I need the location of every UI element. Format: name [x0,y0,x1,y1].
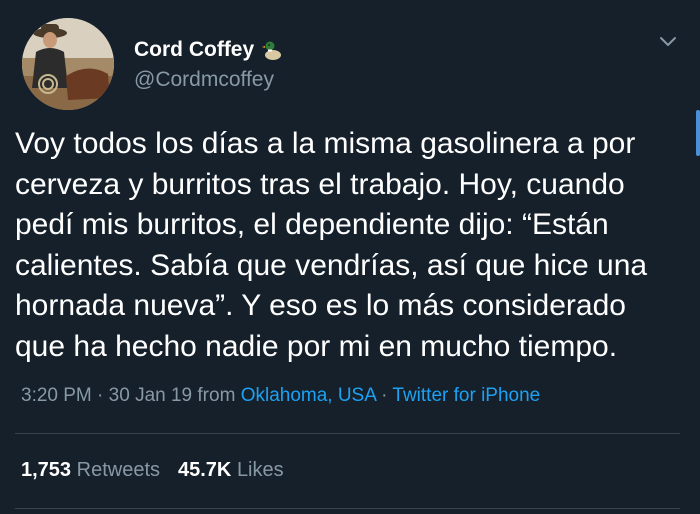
meta-separator: · [375,385,393,406]
tweet-date[interactable]: 30 Jan 19 [109,385,192,406]
source-link[interactable]: Twitter for iPhone [392,385,540,406]
tweet-line: Voy todos los días a la misma gasolinera… [15,127,636,160]
tweet-card: Cord Coffey @Cordmcoffey Voy todos los d… [0,0,700,514]
divider [15,508,680,509]
divider [15,433,680,434]
likes-label: Likes [236,459,284,481]
tweet-stats: 1,753 Retweets 45.7K Likes [21,459,284,482]
tweet-line: que ha hecho nadie por mi en mucho tiemp… [15,329,618,363]
likes-stat[interactable]: 45.7K Likes [178,459,284,481]
tweet-time[interactable]: 3:20 PM [21,385,92,406]
tweet-line: calientes. Sabía que vendrías, así que h… [15,248,648,282]
chevron-down-icon[interactable] [658,34,678,50]
likes-count: 45.7K [178,459,232,481]
duck-emoji-icon [262,39,282,61]
tweet-line: pedí mis burritos, el dependiente dijo: … [15,208,609,241]
tweet-line: hornada nueva”. Y eso es lo más consider… [15,289,626,322]
location-link[interactable]: Oklahoma, USA [241,385,376,406]
meta-separator: · [91,385,109,406]
retweets-count: 1,753 [21,459,72,481]
tweet-line: cerveza y burritos tras el trabajo. Hoy,… [15,167,625,201]
tweet-text: Voy todos los días a la misma gasolinera… [15,124,700,367]
from-label: from [192,385,241,406]
author-name-text: Cord Coffey [134,38,255,61]
retweets-label: Retweets [76,459,160,481]
retweets-stat[interactable]: 1,753 Retweets [21,459,160,481]
tweet-meta: 3:20 PM · 30 Jan 19 from Oklahoma, USA ·… [21,385,540,407]
author-handle[interactable]: @Cordmcoffey [134,68,274,92]
author-name[interactable]: Cord Coffey [134,38,282,62]
avatar[interactable] [22,18,114,110]
avatar-photo [22,18,114,110]
